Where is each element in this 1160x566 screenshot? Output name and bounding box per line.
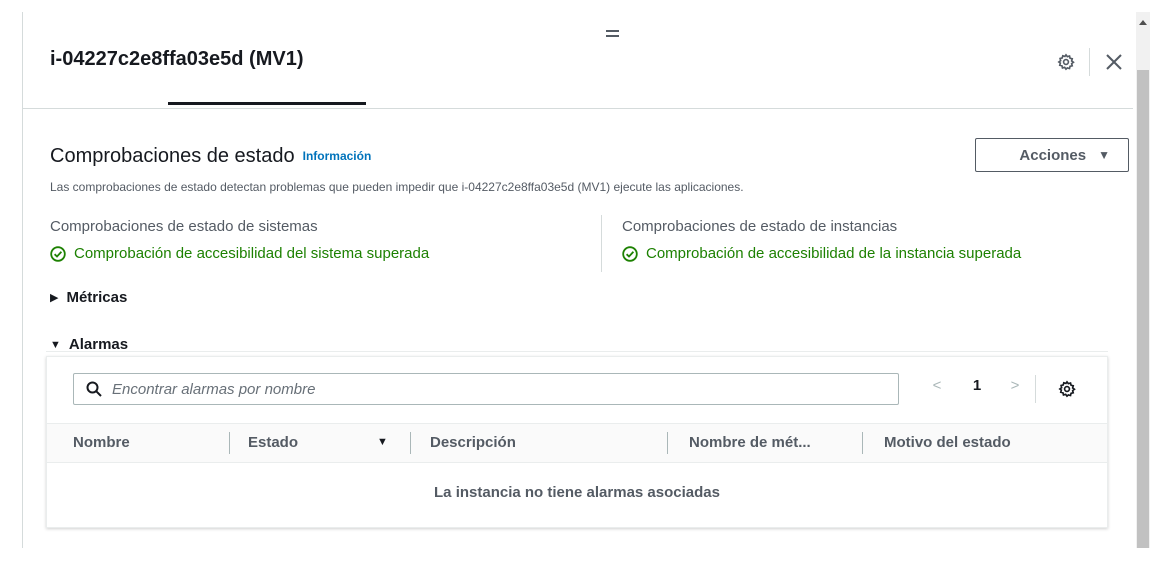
column-header-name[interactable]: Nombre [73, 434, 130, 451]
gear-icon [1058, 380, 1076, 398]
table-preferences-button[interactable] [1055, 377, 1079, 401]
search-icon [86, 381, 102, 397]
pagination-separator [1035, 375, 1036, 403]
system-check-status-text: Comprobación de accesibilidad del sistem… [74, 245, 430, 262]
alarm-search-field[interactable] [73, 373, 899, 405]
close-icon [1106, 54, 1122, 70]
status-checks-heading: Comprobaciones de estado [50, 145, 295, 167]
actions-button[interactable]: Acciones ▼ [975, 138, 1129, 172]
pagination-current-page[interactable]: 1 [967, 377, 987, 394]
metrics-expander[interactable]: ▶ Métricas [50, 289, 127, 306]
column-resizer[interactable] [862, 432, 863, 454]
instance-check-status-text: Comprobación de accesibilidad de la inst… [646, 245, 1022, 262]
alarm-search-input[interactable] [110, 379, 874, 399]
column-resizer[interactable] [410, 432, 411, 454]
system-checks-label: Comprobaciones de estado de sistemas [50, 218, 318, 235]
caret-down-icon: ▼ [50, 338, 61, 351]
alarms-table: < 1 > Nombre Estado ▼ Descripción Nombre… [46, 356, 1108, 528]
gear-icon [1057, 53, 1075, 71]
instance-checks-label: Comprobaciones de estado de instancias [622, 218, 898, 235]
instance-check-status: Comprobación de accesibilidad de la inst… [622, 245, 1021, 262]
active-tab-indicator [168, 102, 366, 105]
caret-right-icon: ▶ [50, 292, 59, 304]
empty-state-message: La instancia no tiene alarmas asociadas [434, 484, 720, 501]
system-check-status: Comprobación de accesibilidad del sistem… [50, 245, 429, 262]
scrollbar-thumb[interactable] [1137, 70, 1149, 548]
drag-handle-icon[interactable] [606, 30, 619, 40]
column-header-description[interactable]: Descripción [430, 434, 516, 451]
column-divider [601, 215, 602, 272]
column-resizer[interactable] [667, 432, 668, 454]
caret-down-icon: ▼ [1098, 148, 1110, 162]
column-header-state-reason[interactable]: Motivo del estado [884, 434, 1011, 451]
check-circle-icon [50, 245, 66, 262]
header-separator [1089, 48, 1090, 76]
column-header-metric-name[interactable]: Nombre de mét... [689, 434, 811, 451]
pagination-next-button[interactable]: > [1005, 377, 1025, 394]
header-divider [23, 108, 1133, 109]
metrics-label: Métricas [66, 289, 128, 306]
scroll-up-arrow-icon[interactable] [1139, 20, 1147, 25]
check-circle-icon [622, 245, 638, 262]
close-button[interactable] [1102, 50, 1126, 74]
panel-title: i-04227c2e8ffa03e5d (MV1) [50, 48, 304, 70]
alarms-divider [46, 351, 1108, 352]
column-header-state[interactable]: Estado [248, 434, 298, 451]
status-checks-description: Las comprobaciones de estado detectan pr… [50, 180, 744, 194]
vertical-scrollbar[interactable] [1136, 12, 1150, 548]
pagination-prev-button[interactable]: < [927, 377, 947, 394]
column-resizer[interactable] [229, 432, 230, 454]
info-link[interactable]: Información [303, 149, 372, 163]
actions-button-label: Acciones [1019, 146, 1087, 164]
table-header: Nombre Estado ▼ Descripción Nombre de mé… [47, 423, 1107, 463]
sort-descending-icon[interactable]: ▼ [377, 436, 388, 448]
settings-button[interactable] [1054, 50, 1078, 74]
status-checks-title: Comprobaciones de estado Información [50, 145, 371, 168]
